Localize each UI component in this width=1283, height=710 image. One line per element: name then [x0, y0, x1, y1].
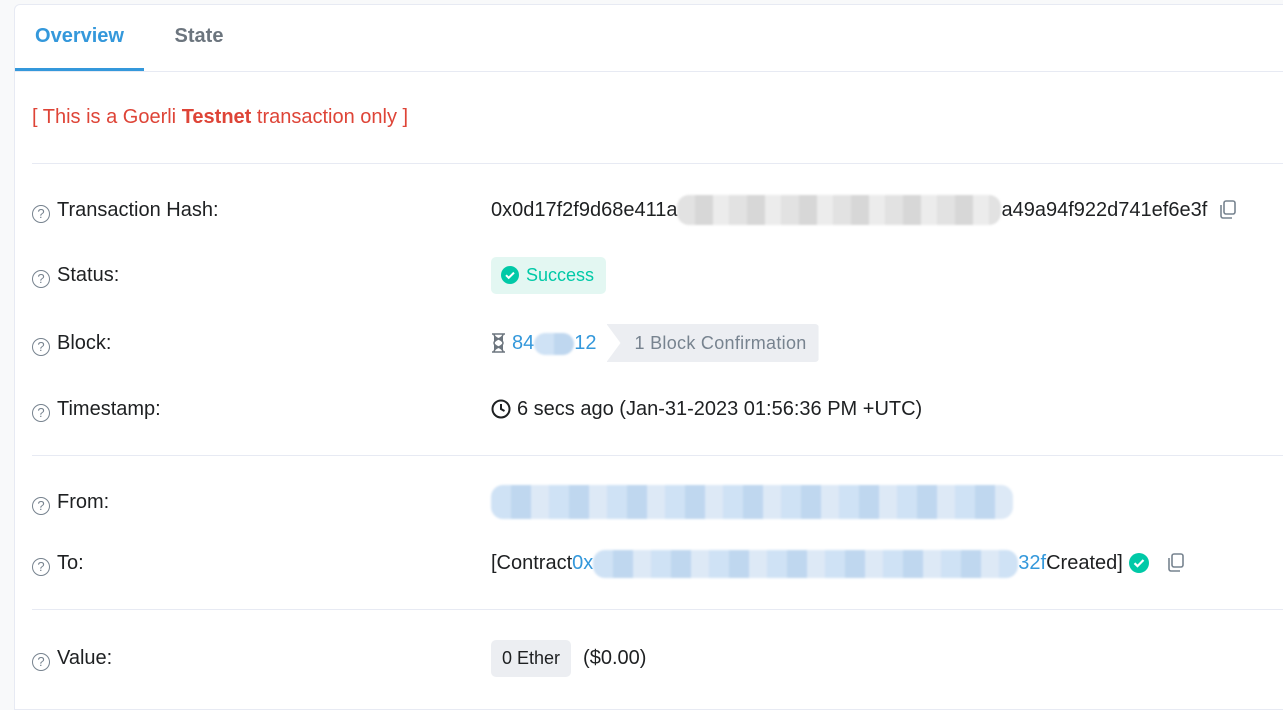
- question-icon[interactable]: ?: [32, 497, 50, 515]
- block-confirmation-badge: 1 Block Confirmation: [606, 324, 819, 362]
- redacted-address: [491, 485, 1013, 519]
- row-status: ? Status: Success: [32, 255, 1283, 295]
- row-block: ? Block: 84 12 1 Block Confirmation: [32, 323, 1283, 363]
- tab-state[interactable]: State: [155, 5, 243, 71]
- divider: [32, 609, 1283, 610]
- block-number-start: 84: [512, 332, 535, 354]
- tab-overview[interactable]: Overview: [15, 5, 144, 71]
- hash-label-wrap: ? Transaction Hash:: [32, 190, 219, 230]
- redacted-block: [593, 549, 1019, 578]
- usd-value: ($0.00): [583, 647, 647, 669]
- notice-suffix: transaction only ]: [251, 106, 409, 128]
- copy-icon[interactable]: [1167, 553, 1185, 573]
- contract-addr-start: 0x: [572, 552, 594, 574]
- tab-bar: Overview State: [15, 5, 1283, 72]
- to-value: [Contract 0x 32f Created]: [491, 543, 1185, 583]
- status-badge: Success: [491, 256, 607, 294]
- hash-end: a49a94f922d741ef6e3f: [1001, 199, 1208, 221]
- question-icon[interactable]: ?: [32, 653, 50, 671]
- clock-icon: [491, 399, 511, 419]
- to-label: To:: [57, 552, 84, 574]
- status-text: Success: [526, 265, 595, 285]
- status-label-wrap: ? Status:: [32, 255, 119, 295]
- notice-bold: Testnet: [181, 106, 252, 128]
- to-label-wrap: ? To:: [32, 543, 84, 583]
- value-label: Value:: [57, 647, 113, 669]
- row-to: ? To: [Contract 0x 32f Created]: [32, 543, 1283, 583]
- timestamp-text: 6 secs ago (Jan-31-2023 01:56:36 PM +UTC…: [517, 398, 923, 420]
- contract-addr-end: 32f: [1018, 552, 1047, 574]
- status-value: Success: [491, 255, 607, 295]
- value-label-wrap: ? Value:: [32, 638, 112, 678]
- question-icon[interactable]: ?: [32, 558, 50, 576]
- to-prefix: [Contract: [491, 552, 573, 574]
- check-circle-icon: [1128, 553, 1149, 573]
- row-transaction-hash: ? Transaction Hash: 0x0d17f2f9d68e411a a4…: [32, 190, 1283, 230]
- value-value: 0 Ether ($0.00): [491, 638, 646, 678]
- question-icon[interactable]: ?: [32, 270, 50, 288]
- ether-amount-badge: 0 Ether: [491, 639, 572, 677]
- block-label: Block:: [57, 332, 112, 354]
- redacted-block: [534, 332, 575, 355]
- redacted-block: [677, 195, 1002, 225]
- from-label: From:: [57, 491, 110, 513]
- question-icon[interactable]: ?: [32, 205, 50, 223]
- transaction-card: Overview State [ This is a Goerli Testne…: [14, 4, 1283, 710]
- timestamp-label-wrap: ? Timestamp:: [32, 389, 161, 429]
- hash-start: 0x0d17f2f9d68e411a: [491, 199, 678, 221]
- testnet-notice: [ This is a Goerli Testnet transaction o…: [32, 106, 408, 129]
- block-number-link[interactable]: 84 12: [512, 323, 597, 363]
- hash-value[interactable]: 0x0d17f2f9d68e411a a49a94f922d741ef6e3f: [491, 190, 1237, 230]
- question-icon[interactable]: ?: [32, 404, 50, 422]
- timestamp-value: 6 secs ago (Jan-31-2023 01:56:36 PM +UTC…: [491, 389, 922, 429]
- check-circle-icon: [501, 266, 519, 284]
- hourglass-icon: [492, 333, 505, 353]
- from-label-wrap: ? From:: [32, 482, 109, 522]
- row-timestamp: ? Timestamp: 6 secs ago (Jan-31-2023 01:5…: [32, 389, 1283, 429]
- block-label-wrap: ? Block:: [32, 323, 111, 363]
- block-number-end: 12: [574, 332, 597, 354]
- block-value: 84 12 1 Block Confirmation: [491, 323, 819, 363]
- divider: [32, 163, 1283, 164]
- hash-label: Transaction Hash:: [57, 199, 219, 221]
- row-from: ? From:: [32, 482, 1283, 522]
- timestamp-label: Timestamp:: [57, 398, 161, 420]
- divider: [32, 455, 1283, 456]
- notice-prefix: [ This is a Goerli: [32, 106, 182, 128]
- contract-address-link[interactable]: 0x 32f: [572, 543, 1046, 583]
- row-value: ? Value: 0 Ether ($0.00): [32, 638, 1283, 678]
- to-suffix: Created]: [1046, 552, 1123, 574]
- copy-icon[interactable]: [1219, 200, 1237, 220]
- status-label: Status:: [57, 264, 120, 286]
- question-icon[interactable]: ?: [32, 338, 50, 356]
- from-value[interactable]: [491, 482, 1013, 522]
